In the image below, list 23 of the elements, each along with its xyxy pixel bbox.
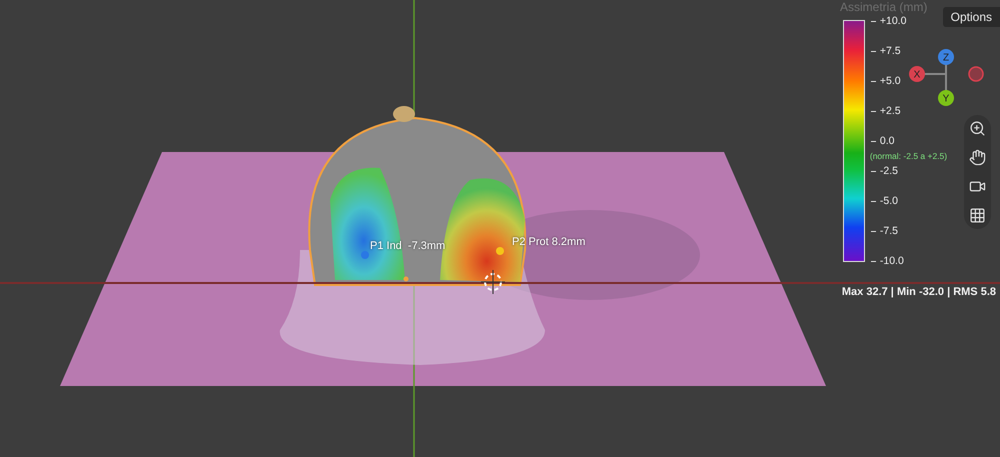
hand-icon[interactable] (969, 149, 986, 166)
grid-icon[interactable] (969, 207, 986, 224)
scale-tick-label: +7.5 (870, 45, 901, 57)
axis-handle[interactable]: Z (938, 49, 954, 65)
crosshair-icon (480, 269, 506, 295)
axis-handle[interactable]: X (909, 66, 925, 82)
scale-tick-label: -7.5 (870, 225, 898, 237)
scale-tick-label: -2.5 (870, 165, 898, 177)
axis-gizmo[interactable]: Z X Y (905, 42, 995, 112)
point-label: P2 Prot 8.2mm (512, 236, 586, 248)
options-button[interactable]: Options (942, 7, 1000, 27)
normal-range-note: (normal: -2.5 a +2.5) (870, 151, 948, 161)
scale-tick-label: +2.5 (870, 105, 901, 117)
scale-tick-label: +10.0 (870, 15, 906, 27)
point-label: P1 Ind -7.3mm (370, 240, 446, 252)
scale-tick-label: -10.0 (870, 255, 904, 267)
scale-tick-label: 0.0 (870, 135, 894, 147)
scale-tick-label: +5.0 (870, 75, 901, 87)
zoom-in-icon[interactable] (969, 120, 986, 137)
scale-tick-label: -5.0 (870, 195, 898, 207)
axis-handle[interactable] (968, 66, 984, 82)
stats-readout: Max 32.7 | Min -32.0 | RMS 5.8 (842, 286, 996, 298)
axis-handle[interactable]: Y (938, 90, 954, 106)
